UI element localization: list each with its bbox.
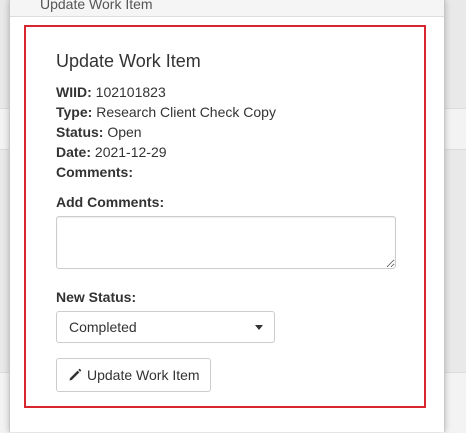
new-status-label: New Status:: [56, 289, 137, 305]
panel-title: Update Work Item: [56, 51, 201, 71]
status-row: Status: Open: [56, 124, 142, 140]
modal-header: Update Work Item: [10, 0, 444, 17]
update-work-item-button-label: Update Work Item: [87, 367, 200, 383]
background-row: [444, 108, 466, 150]
wiid-label: WIID:: [56, 84, 92, 100]
new-status-select[interactable]: Completed: [56, 311, 275, 343]
update-work-item-button[interactable]: Update Work Item: [56, 358, 211, 392]
comments-label: Comments:: [56, 164, 134, 180]
comments-row: Comments:: [56, 164, 133, 180]
add-comments-label: Add Comments:: [56, 194, 165, 210]
update-work-item-panel: Update Work Item WIID: 102101823 Type: R…: [24, 25, 426, 408]
type-label: Type:: [56, 104, 93, 120]
date-value: 2021-12-29: [94, 144, 167, 160]
new-status-selected-value: Completed: [69, 319, 137, 335]
type-value: Research Client Check Copy: [96, 104, 276, 120]
modal-header-title: Update Work Item: [40, 0, 153, 12]
date-label: Date:: [56, 144, 92, 160]
pencil-icon: [69, 368, 82, 381]
wiid-value: 102101823: [95, 84, 166, 100]
status-label: Status:: [56, 124, 104, 140]
type-row: Type: Research Client Check Copy: [56, 104, 276, 120]
add-comments-textarea[interactable]: [56, 216, 396, 269]
wiid-row: WIID: 102101823: [56, 84, 166, 100]
background-row: [444, 372, 466, 433]
date-row: Date: 2021-12-29: [56, 144, 167, 160]
chevron-down-icon: [255, 325, 263, 330]
update-work-item-modal: Update Work Item Update Work Item WIID: …: [9, 0, 445, 432]
status-value: Open: [107, 124, 142, 140]
